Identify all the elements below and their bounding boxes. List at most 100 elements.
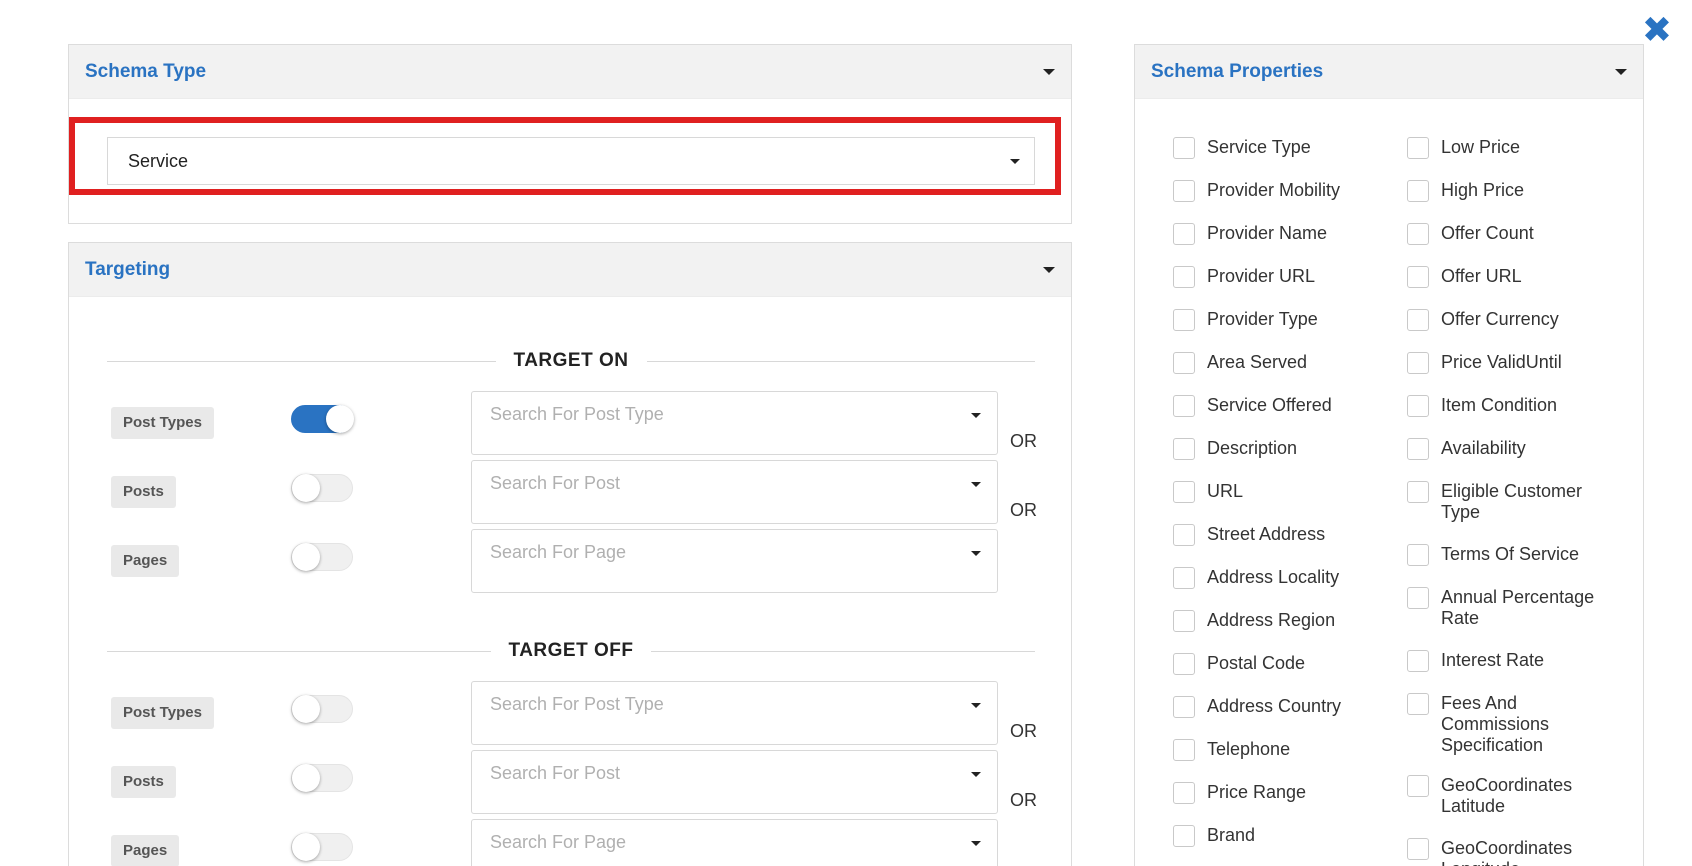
checkbox[interactable] bbox=[1173, 653, 1195, 675]
schema-type-title: Schema Type bbox=[85, 60, 207, 82]
collapse-caret-icon[interactable] bbox=[1615, 68, 1627, 75]
schema-properties-header[interactable]: Schema Properties bbox=[1135, 45, 1643, 99]
checkbox[interactable] bbox=[1407, 180, 1429, 202]
property-checkbox-item[interactable]: Address Region bbox=[1173, 610, 1383, 632]
target-toggle[interactable] bbox=[291, 695, 353, 723]
property-label: High Price bbox=[1441, 180, 1525, 200]
checkbox[interactable] bbox=[1173, 610, 1195, 632]
property-checkbox-item[interactable]: Brand bbox=[1173, 825, 1383, 847]
property-checkbox-item[interactable]: Fees And Commissions Specification bbox=[1407, 693, 1617, 756]
property-label: Offer URL bbox=[1441, 266, 1522, 286]
schema-type-panel: Schema Type Service bbox=[68, 44, 1072, 224]
property-checkbox-item[interactable]: Description bbox=[1173, 438, 1383, 460]
target-toggle[interactable] bbox=[291, 833, 353, 861]
property-checkbox-item[interactable]: Provider URL bbox=[1173, 266, 1383, 288]
target-toggle[interactable] bbox=[291, 764, 353, 792]
checkbox[interactable] bbox=[1173, 696, 1195, 718]
checkbox[interactable] bbox=[1407, 775, 1429, 797]
checkbox[interactable] bbox=[1407, 587, 1429, 609]
property-checkbox-item[interactable]: Street Address bbox=[1173, 524, 1383, 546]
or-label: OR bbox=[1010, 500, 1037, 520]
checkbox[interactable] bbox=[1173, 567, 1195, 589]
target-search-select[interactable]: Search For Page bbox=[471, 819, 998, 866]
property-checkbox-item[interactable]: Telephone bbox=[1173, 739, 1383, 761]
checkbox[interactable] bbox=[1407, 481, 1429, 503]
target-toggle[interactable] bbox=[291, 474, 353, 502]
checkbox[interactable] bbox=[1407, 544, 1429, 566]
checkbox[interactable] bbox=[1173, 481, 1195, 503]
schema-type-header[interactable]: Schema Type bbox=[69, 45, 1071, 99]
property-label: GeoCoordinates Latitude bbox=[1441, 775, 1573, 816]
target-search-select[interactable]: Search For Post bbox=[471, 750, 998, 814]
checkbox[interactable] bbox=[1173, 739, 1195, 761]
property-checkbox-item[interactable]: Interest Rate bbox=[1407, 650, 1617, 672]
property-checkbox-item[interactable]: Service Offered bbox=[1173, 395, 1383, 417]
checkbox[interactable] bbox=[1407, 395, 1429, 417]
targeting-header[interactable]: Targeting bbox=[69, 243, 1071, 297]
checkbox[interactable] bbox=[1173, 266, 1195, 288]
property-checkbox-item[interactable]: GeoCoordinates Longitude bbox=[1407, 838, 1617, 866]
checkbox[interactable] bbox=[1173, 395, 1195, 417]
checkbox[interactable] bbox=[1407, 223, 1429, 245]
property-checkbox-item[interactable]: High Price bbox=[1407, 180, 1617, 202]
checkbox[interactable] bbox=[1173, 180, 1195, 202]
checkbox[interactable] bbox=[1407, 838, 1429, 860]
checkbox[interactable] bbox=[1407, 650, 1429, 672]
checkbox[interactable] bbox=[1407, 266, 1429, 288]
property-checkbox-item[interactable]: Provider Name bbox=[1173, 223, 1383, 245]
property-label: Low Price bbox=[1441, 137, 1521, 157]
property-label: Service Type bbox=[1207, 137, 1311, 157]
property-checkbox-item[interactable]: Area Served bbox=[1173, 352, 1383, 374]
property-checkbox-item[interactable]: Provider Mobility bbox=[1173, 180, 1383, 202]
property-checkbox-item[interactable]: Address Country bbox=[1173, 696, 1383, 718]
checkbox[interactable] bbox=[1173, 438, 1195, 460]
dropdown-caret-icon bbox=[971, 413, 981, 418]
property-checkbox-item[interactable]: Availability bbox=[1407, 438, 1617, 460]
checkbox[interactable] bbox=[1173, 524, 1195, 546]
checkbox[interactable] bbox=[1407, 438, 1429, 460]
dropdown-caret-icon bbox=[971, 482, 981, 487]
property-checkbox-item[interactable]: GeoCoordinates Latitude bbox=[1407, 775, 1617, 817]
property-checkbox-item[interactable]: Low Price bbox=[1407, 137, 1617, 159]
collapse-caret-icon[interactable] bbox=[1043, 266, 1055, 273]
property-checkbox-item[interactable]: Postal Code bbox=[1173, 653, 1383, 675]
property-checkbox-item[interactable]: Service Type bbox=[1173, 137, 1383, 159]
property-checkbox-item[interactable]: Provider Type bbox=[1173, 309, 1383, 331]
property-checkbox-item[interactable]: Offer Currency bbox=[1407, 309, 1617, 331]
property-checkbox-item[interactable]: Price ValidUntil bbox=[1407, 352, 1617, 374]
checkbox[interactable] bbox=[1173, 223, 1195, 245]
property-label: Item Condition bbox=[1441, 395, 1558, 415]
target-search-select[interactable]: Search For Post Type bbox=[471, 681, 998, 745]
checkbox[interactable] bbox=[1407, 352, 1429, 374]
checkbox[interactable] bbox=[1173, 137, 1195, 159]
schema-type-selected-value: Service bbox=[128, 150, 189, 171]
property-checkbox-item[interactable]: Item Condition bbox=[1407, 395, 1617, 417]
checkbox[interactable] bbox=[1407, 693, 1429, 715]
target-search-select[interactable]: Search For Post bbox=[471, 460, 998, 524]
schema-type-select[interactable]: Service bbox=[107, 137, 1035, 185]
property-checkbox-item[interactable]: Price Range bbox=[1173, 782, 1383, 804]
property-checkbox-item[interactable]: Offer Count bbox=[1407, 223, 1617, 245]
collapse-caret-icon[interactable] bbox=[1043, 68, 1055, 75]
target-toggle[interactable] bbox=[291, 543, 353, 571]
target-type-chip: Post Types bbox=[111, 407, 214, 439]
target-search-select[interactable]: Search For Page bbox=[471, 529, 998, 593]
property-checkbox-item[interactable]: Eligible Customer Type bbox=[1407, 481, 1617, 523]
property-checkbox-item[interactable]: Offer URL bbox=[1407, 266, 1617, 288]
close-icon[interactable]: ✖ bbox=[1640, 13, 1674, 49]
target-toggle[interactable] bbox=[291, 405, 354, 433]
property-checkbox-item[interactable]: URL bbox=[1173, 481, 1383, 503]
checkbox[interactable] bbox=[1173, 782, 1195, 804]
property-checkbox-item[interactable]: Address Locality bbox=[1173, 567, 1383, 589]
dropdown-caret-icon bbox=[971, 703, 981, 708]
property-label: Address Locality bbox=[1207, 567, 1340, 587]
checkbox[interactable] bbox=[1173, 309, 1195, 331]
checkbox[interactable] bbox=[1407, 309, 1429, 331]
checkbox[interactable] bbox=[1173, 352, 1195, 374]
property-checkbox-item[interactable]: Annual Percentage Rate bbox=[1407, 587, 1617, 629]
target-search-select[interactable]: Search For Post Type bbox=[471, 391, 998, 455]
search-placeholder: Search For Post bbox=[490, 473, 621, 493]
property-checkbox-item[interactable]: Terms Of Service bbox=[1407, 544, 1617, 566]
checkbox[interactable] bbox=[1407, 137, 1429, 159]
checkbox[interactable] bbox=[1173, 825, 1195, 847]
